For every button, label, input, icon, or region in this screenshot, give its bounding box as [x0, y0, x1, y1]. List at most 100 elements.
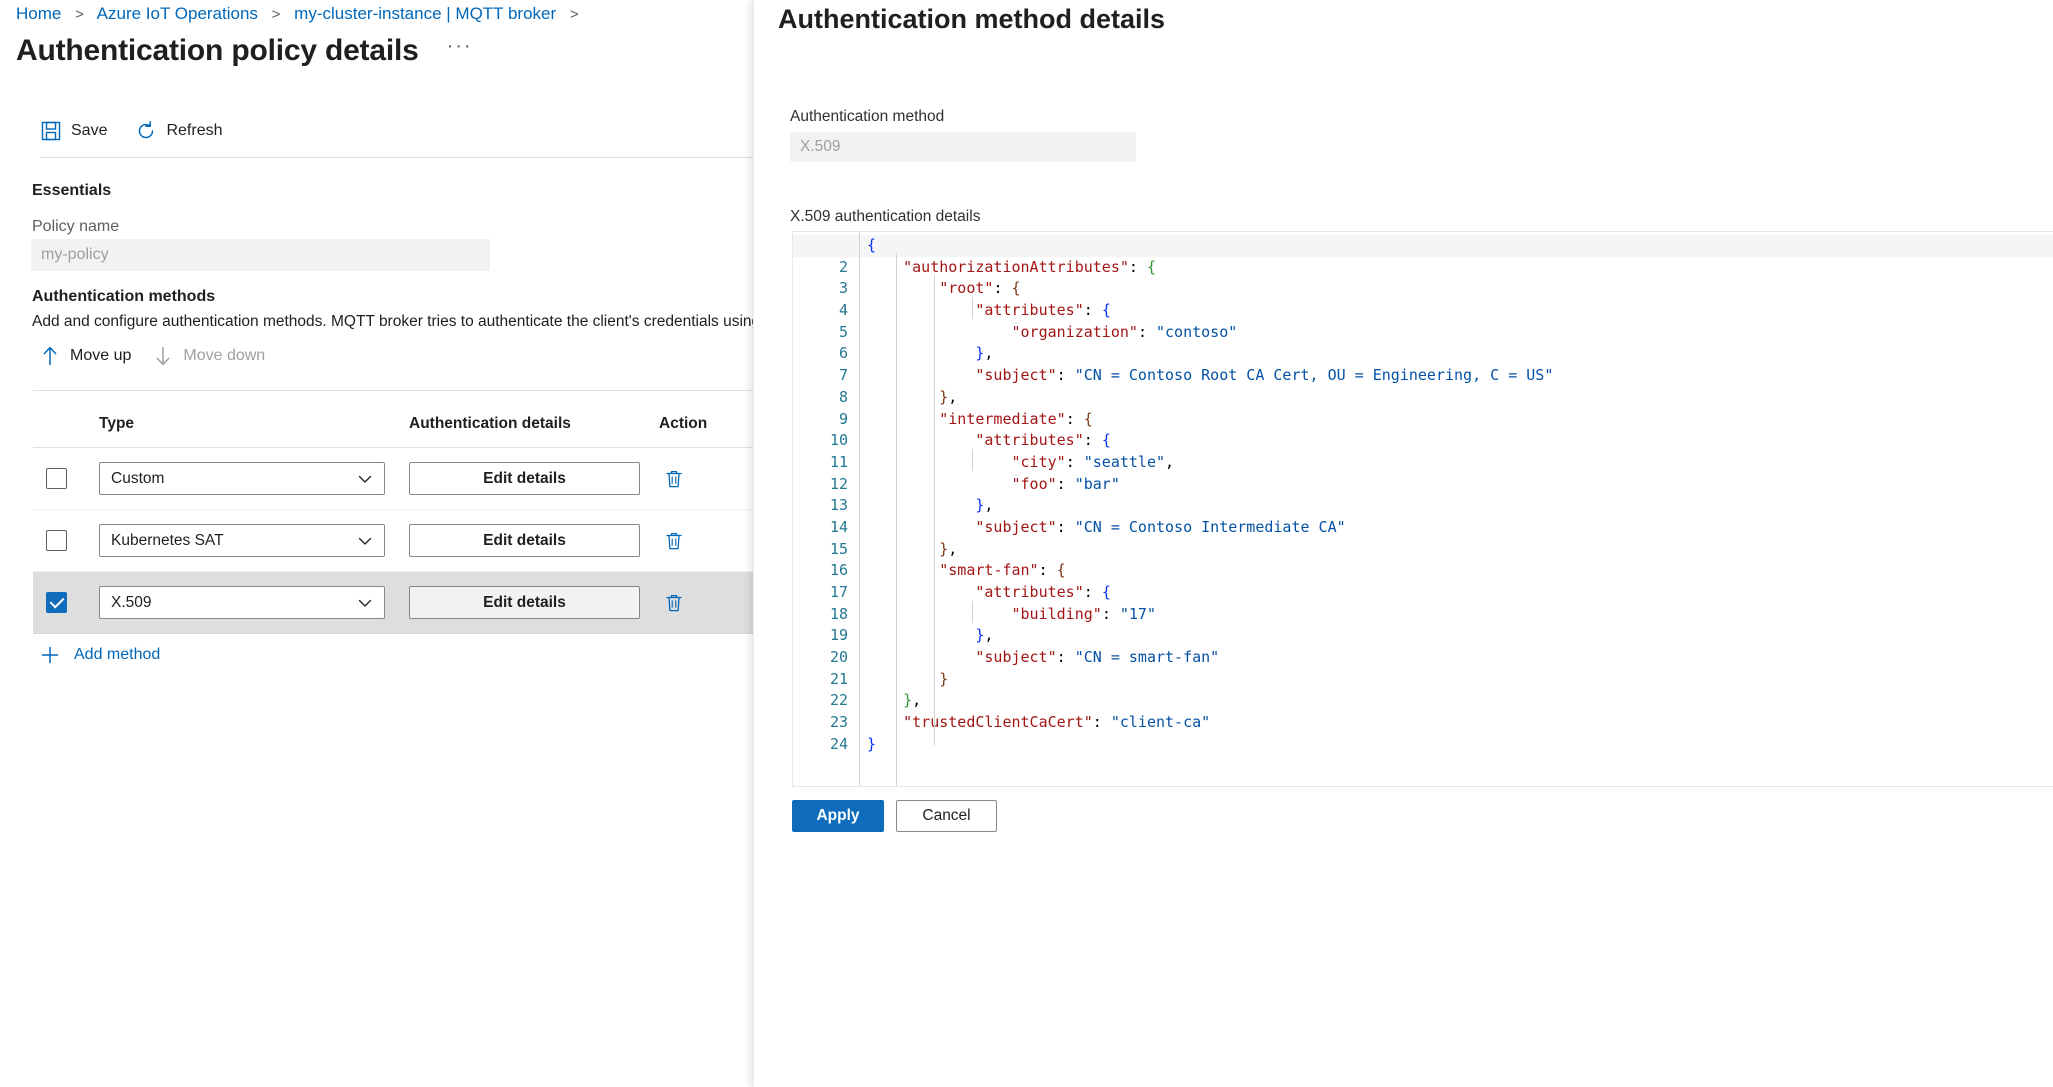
indent-guide: [972, 297, 973, 319]
line-number: 5: [838, 322, 848, 341]
edit-details-button[interactable]: Edit details: [409, 462, 640, 495]
breadcrumb-item-home[interactable]: Home: [16, 4, 61, 23]
line-number: 19: [829, 626, 848, 645]
chevron-down-icon: [356, 470, 374, 488]
code-line: "trustedClientCaCert": "client-ca": [903, 713, 1211, 732]
code-line: }: [939, 669, 949, 688]
line-number: 13: [829, 496, 848, 515]
delete-row-button[interactable]: [659, 588, 689, 618]
code-editor-label: X.509 authentication details: [790, 208, 981, 225]
code-line: "foo": "bar": [1011, 474, 1120, 493]
delete-row-button[interactable]: [659, 464, 689, 494]
row-checkbox[interactable]: [46, 592, 67, 613]
json-code-editor[interactable]: 123456789101112131415161718192021222324 …: [792, 231, 2053, 787]
code-line: "city": "seattle",: [1011, 452, 1175, 471]
code-content[interactable]: { "authorizationAttributes": { "root": {…: [793, 235, 2053, 756]
method-type-value: Custom: [111, 469, 165, 487]
cancel-button[interactable]: Cancel: [896, 800, 997, 832]
apply-button[interactable]: Apply: [792, 800, 884, 832]
delete-row-button[interactable]: [659, 526, 689, 556]
code-line: "root": {: [939, 279, 1021, 298]
code-line: "authorizationAttributes": {: [903, 257, 1156, 276]
line-number: 6: [838, 344, 848, 363]
row-checkbox[interactable]: [46, 530, 67, 551]
code-line: },: [939, 387, 958, 406]
code-line: {: [793, 235, 2053, 257]
line-number-gutter: 123456789101112131415161718192021222324: [793, 232, 859, 756]
refresh-button[interactable]: Refresh: [135, 120, 223, 142]
column-header-auth-details: Authentication details: [409, 414, 571, 432]
line-number: 24: [829, 734, 848, 753]
edit-details-button[interactable]: Edit details: [409, 586, 640, 619]
line-number: 15: [829, 539, 848, 558]
line-number: 11: [829, 452, 848, 471]
add-method-label: Add method: [74, 646, 161, 663]
trash-icon: [666, 594, 682, 611]
code-line: "subject": "CN = Contoso Root CA Cert, O…: [975, 366, 1554, 385]
column-header-type: Type: [99, 414, 135, 432]
arrow-down-icon: [153, 345, 173, 367]
essentials-heading: Essentials: [32, 182, 112, 199]
save-label: Save: [71, 122, 108, 139]
breadcrumb-separator: >: [75, 6, 84, 23]
breadcrumb-item-azure-iot-operations[interactable]: Azure IoT Operations: [97, 4, 258, 23]
indent-guide: [896, 253, 897, 786]
line-number: 2: [838, 257, 848, 276]
code-line: },: [903, 691, 922, 710]
flyout-title: Authentication method details: [778, 4, 1166, 34]
indent-guide: [934, 275, 935, 745]
line-number: 18: [829, 604, 848, 623]
move-up-label: Move up: [70, 347, 132, 364]
flyout-action-bar: Apply Cancel: [792, 800, 997, 832]
auth-method-details-flyout: Authentication method details Authentica…: [753, 0, 2053, 1087]
chevron-down-icon: [356, 594, 374, 612]
save-icon: [40, 120, 62, 142]
command-bar: Save Refresh: [40, 112, 251, 150]
line-number: 8: [838, 387, 848, 406]
line-number: 4: [838, 301, 848, 320]
method-type-dropdown[interactable]: Custom: [99, 462, 385, 495]
indent-guide: [972, 601, 973, 623]
line-number: 12: [829, 474, 848, 493]
code-line: },: [975, 344, 994, 363]
code-line: "attributes": {: [975, 583, 1111, 601]
edit-details-button[interactable]: Edit details: [409, 524, 640, 557]
line-number: 22: [829, 691, 848, 710]
code-line: "attributes": {: [975, 301, 1111, 320]
line-number: 17: [829, 583, 848, 601]
breadcrumb-separator: >: [569, 6, 579, 23]
column-header-action: Action: [659, 414, 708, 432]
row-checkbox[interactable]: [46, 468, 67, 489]
save-button[interactable]: Save: [40, 120, 107, 142]
breadcrumb-item-mqtt-broker[interactable]: my-cluster-instance | MQTT broker: [294, 4, 556, 23]
code-line: },: [975, 626, 994, 645]
method-type-dropdown[interactable]: X.509: [99, 586, 385, 619]
indent-guide: [859, 232, 860, 786]
code-line: "organization": "contoso": [1011, 322, 1238, 341]
move-down-button[interactable]: Move down: [153, 345, 265, 367]
line-number: 23: [829, 713, 848, 732]
line-number: 20: [829, 648, 848, 667]
trash-icon: [666, 470, 682, 487]
indent-guide: [972, 449, 973, 471]
trash-icon: [666, 532, 682, 549]
code-line: "intermediate": {: [939, 409, 1093, 428]
line-number: 7: [838, 366, 848, 385]
code-line: "building": "17": [1011, 604, 1157, 623]
code-line: "smart-fan": {: [939, 561, 1066, 580]
refresh-label: Refresh: [166, 122, 223, 139]
method-type-dropdown[interactable]: Kubernetes SAT: [99, 524, 385, 557]
line-number: 9: [838, 409, 848, 428]
code-line: }: [867, 734, 877, 753]
code-line: "attributes": {: [975, 431, 1111, 450]
move-up-button[interactable]: Move up: [40, 345, 131, 367]
arrow-up-icon: [40, 345, 60, 367]
policy-name-input[interactable]: [31, 239, 490, 271]
more-options-icon[interactable]: ···: [447, 36, 473, 66]
line-number: 10: [829, 431, 848, 450]
auth-method-input[interactable]: [790, 132, 1136, 162]
page-title: Authentication policy details: [16, 34, 419, 67]
line-number: 21: [829, 669, 848, 688]
code-line: "subject": "CN = smart-fan": [975, 648, 1220, 667]
add-method-button[interactable]: Add method: [40, 645, 160, 665]
